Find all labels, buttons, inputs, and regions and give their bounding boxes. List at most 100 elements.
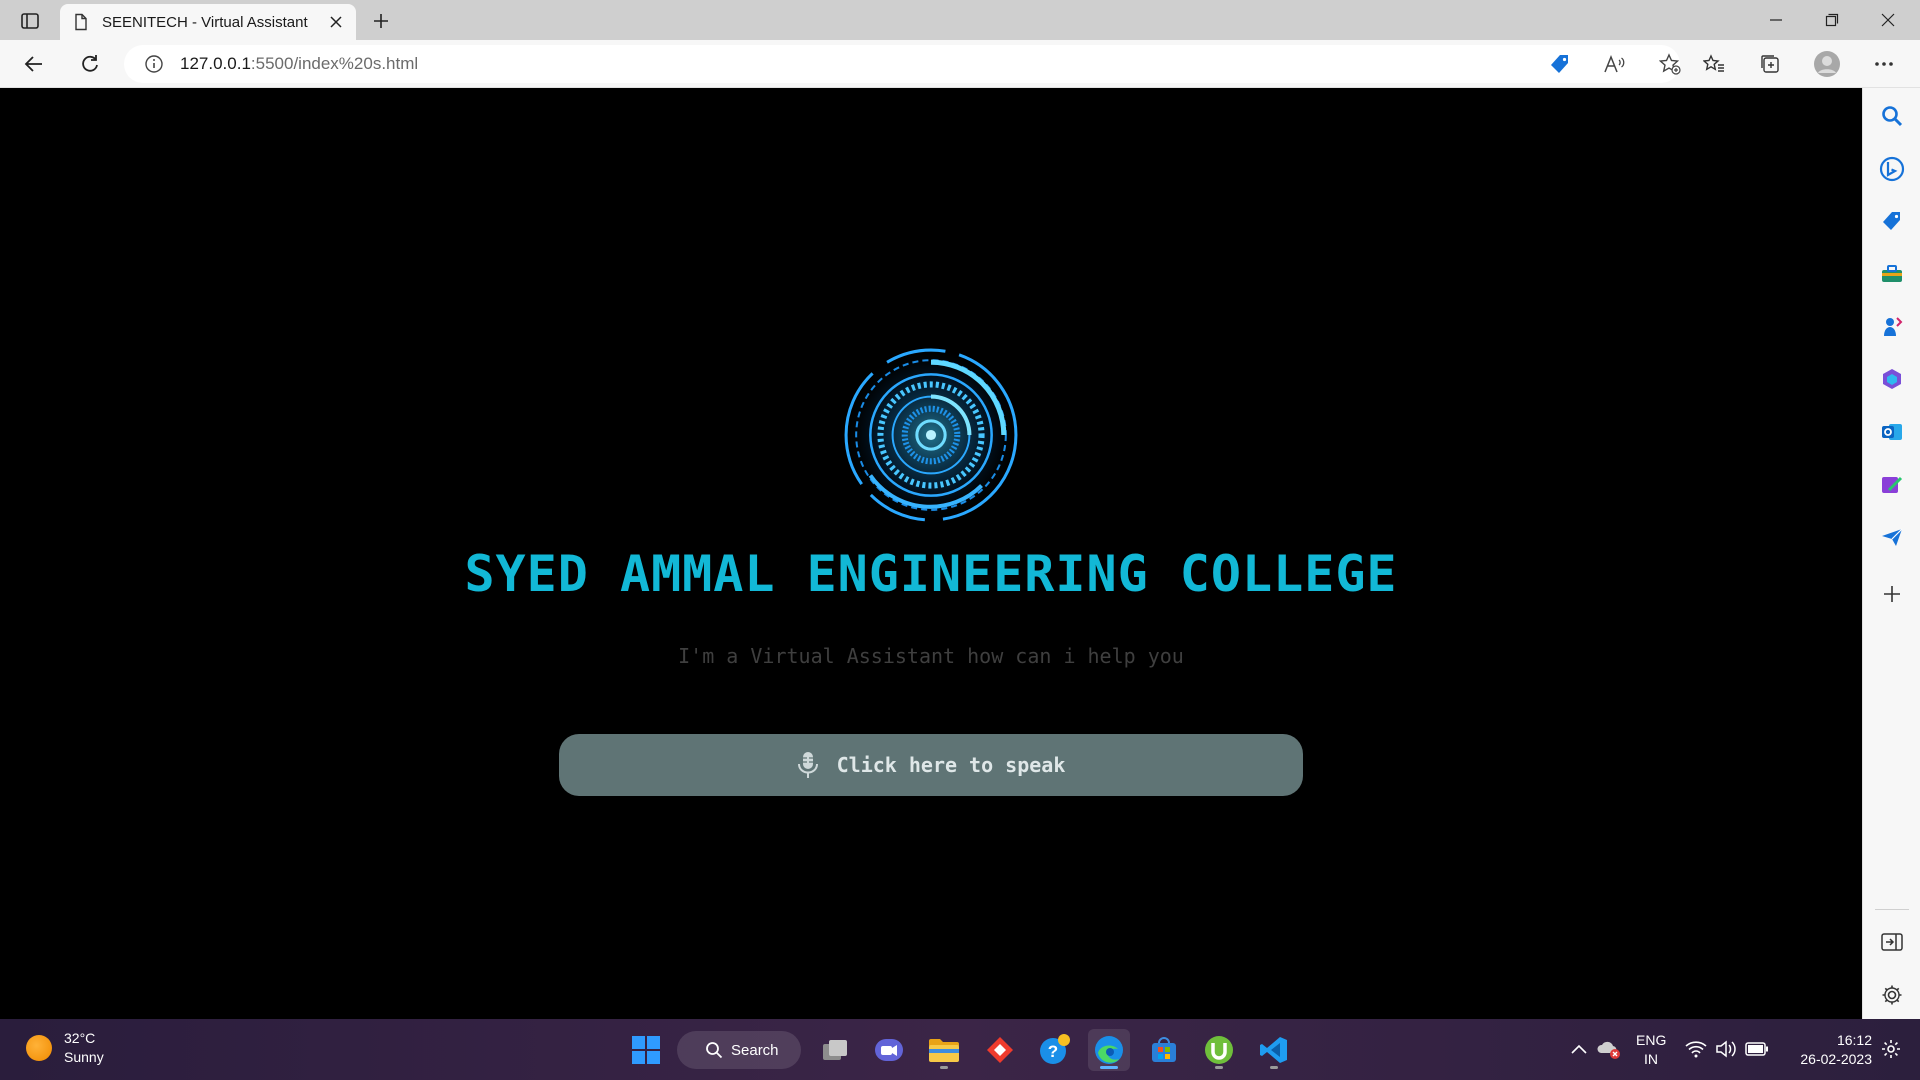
send-icon: [1882, 528, 1903, 546]
games-icon: [1884, 317, 1903, 336]
read-aloud-button[interactable]: [1594, 45, 1634, 83]
outlook-icon: [1882, 424, 1902, 440]
sidebar-send-button[interactable]: [1875, 520, 1909, 554]
sidebar-divider: [1875, 909, 1909, 910]
sidebar-shopping-button[interactable]: [1875, 204, 1909, 238]
read-aloud-icon: [1604, 54, 1625, 73]
help-button[interactable]: ?: [1034, 1029, 1076, 1071]
shopping-button[interactable]: [1540, 45, 1580, 83]
collections-icon: [1761, 55, 1779, 73]
browser-titlebar: SEENITECH - Virtual Assistant: [0, 0, 1920, 40]
onedrive-offline-icon: [1597, 1041, 1620, 1059]
task-view-icon: [823, 1040, 847, 1060]
sun-icon: [26, 1035, 52, 1061]
speak-button[interactable]: Click here to speak: [559, 734, 1303, 796]
star-add-icon: [1659, 53, 1681, 75]
edge-icon: [1095, 1036, 1123, 1064]
weather-widget[interactable]: 32°C Sunny: [26, 1029, 104, 1067]
battery-button[interactable]: [1745, 1037, 1769, 1061]
refresh-icon: [82, 55, 98, 72]
split-screen-icon: [1881, 933, 1903, 951]
sidebar-add-button[interactable]: [1875, 577, 1909, 611]
back-arrow-icon: [24, 56, 42, 72]
start-button[interactable]: [625, 1029, 667, 1071]
wifi-button[interactable]: [1684, 1037, 1708, 1061]
favorites-button[interactable]: [1696, 48, 1732, 80]
edge-button[interactable]: [1088, 1029, 1130, 1071]
sidebar-search-button[interactable]: [1875, 99, 1909, 133]
show-hidden-icons-button[interactable]: [1567, 1037, 1591, 1061]
shopping-tag-icon: [1883, 212, 1900, 230]
address-bar[interactable]: 127.0.0.1:5500/index%20s.html: [124, 45, 1681, 83]
folder-icon: [929, 1039, 959, 1062]
add-favorite-button[interactable]: [1650, 45, 1690, 83]
notifications-button[interactable]: [1879, 1037, 1903, 1061]
collections-button[interactable]: [1752, 48, 1788, 80]
svg-text:?: ?: [1048, 1042, 1058, 1061]
hud-logo-icon: [842, 346, 1020, 524]
taskbar-search[interactable]: Search: [677, 1031, 801, 1069]
browser-tab-active[interactable]: SEENITECH - Virtual Assistant: [60, 4, 356, 40]
gear-notification-icon: [1882, 1040, 1900, 1058]
weather-temp: 32°C: [64, 1030, 96, 1046]
plus-icon: [374, 14, 388, 28]
tab-close-button[interactable]: [326, 12, 346, 32]
add-icon: [1884, 586, 1900, 602]
close-icon: [1881, 13, 1895, 27]
headline: SYED AMMAL ENGINEERING COLLEGE: [464, 545, 1398, 603]
minimize-button[interactable]: [1748, 0, 1804, 40]
edge-sidebar: [1862, 88, 1920, 1019]
subtitle: I'm a Virtual Assistant how can i help y…: [678, 644, 1184, 668]
windows-logo-icon: [632, 1036, 660, 1064]
page-content: SYED AMMAL ENGINEERING COLLEGE I'm a Vir…: [0, 88, 1862, 1019]
sidebar-tools-button[interactable]: [1875, 257, 1909, 291]
utorrent-button[interactable]: [1198, 1029, 1240, 1071]
running-indicator: [1215, 1066, 1223, 1069]
shopping-tag-icon: [1551, 55, 1568, 73]
active-indicator: [1100, 1066, 1118, 1069]
sidebar-settings-button[interactable]: [1875, 978, 1909, 1012]
sidebar-outlook-button[interactable]: [1875, 415, 1909, 449]
tab-actions-button[interactable]: [12, 8, 48, 34]
taskbar-clock[interactable]: 16:12 26-02-2023: [1776, 1031, 1872, 1069]
restore-button[interactable]: [1804, 0, 1860, 40]
close-window-button[interactable]: [1860, 0, 1916, 40]
help-icon: ?: [1040, 1034, 1070, 1064]
new-tab-button[interactable]: [366, 8, 396, 34]
vscode-button[interactable]: [1253, 1029, 1295, 1071]
refresh-button[interactable]: [72, 48, 108, 80]
more-button[interactable]: [1866, 48, 1902, 80]
favorites-icon: [1703, 54, 1724, 72]
url-text[interactable]: 127.0.0.1:5500/index%20s.html: [180, 54, 418, 74]
settings-icon: [1882, 985, 1902, 1005]
teams-chat-button[interactable]: [868, 1029, 910, 1071]
info-icon[interactable]: [144, 54, 164, 74]
volume-button[interactable]: [1714, 1037, 1738, 1061]
onedrive-button[interactable]: [1597, 1037, 1621, 1061]
search-icon: [706, 1042, 723, 1059]
anydesk-icon: [987, 1037, 1013, 1063]
sidebar-bing-button[interactable]: [1875, 152, 1909, 186]
back-button[interactable]: [16, 48, 52, 80]
tools-icon: [1882, 265, 1902, 282]
designer-icon: [1882, 476, 1903, 493]
battery-icon: [1745, 1042, 1768, 1056]
profile-button[interactable]: [1809, 48, 1845, 80]
sidebar-games-button[interactable]: [1875, 310, 1909, 344]
browser-toolbar: 127.0.0.1:5500/index%20s.html: [0, 40, 1920, 88]
store-button[interactable]: [1143, 1029, 1185, 1071]
sidebar-hide-button[interactable]: [1875, 925, 1909, 959]
anydesk-button[interactable]: [979, 1029, 1021, 1071]
running-indicator: [1270, 1066, 1278, 1069]
task-view-button[interactable]: [814, 1029, 856, 1071]
avatar-icon: [1814, 51, 1840, 77]
sidebar-office-button[interactable]: [1875, 362, 1909, 396]
file-explorer-button[interactable]: [923, 1029, 965, 1071]
more-dots-icon: [1875, 62, 1893, 66]
bing-chat-icon: [1879, 156, 1905, 182]
language-indicator[interactable]: ENG IN: [1636, 1031, 1666, 1069]
store-icon: [1152, 1037, 1176, 1062]
tab-actions-icon: [21, 13, 39, 29]
sidebar-designer-button[interactable]: [1875, 468, 1909, 502]
url-path: :5500/index%20s.html: [250, 54, 419, 73]
